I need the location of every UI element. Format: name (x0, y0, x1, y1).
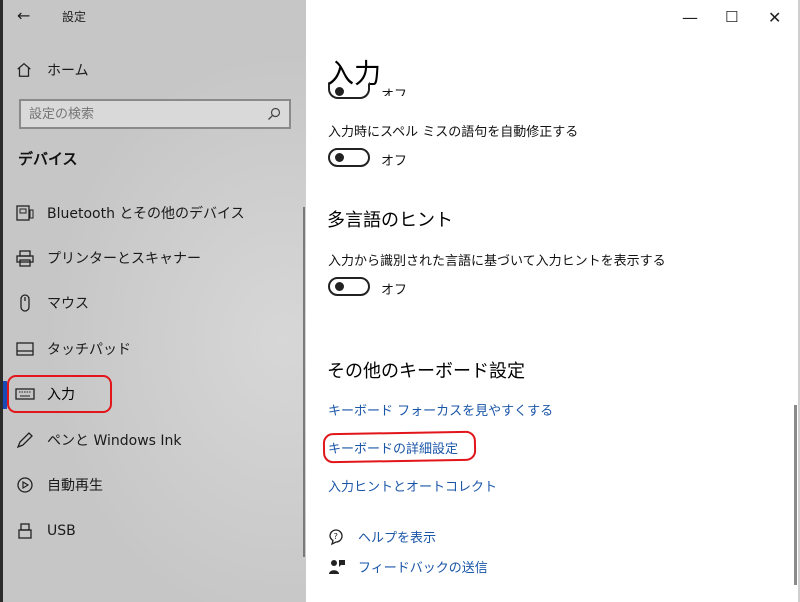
show-help-label: ヘルプを表示 (358, 531, 437, 546)
other-keyboard-settings-heading: その他のキーボード設定 (327, 361, 525, 382)
multilang-state: オフ (381, 283, 408, 298)
typing-hints-autocorrect-link[interactable]: 入力ヒントとオートコレクト (328, 476, 497, 495)
search-icon[interactable] (266, 106, 282, 122)
search-input[interactable] (29, 105, 259, 123)
home-label: ホーム (47, 63, 89, 79)
sidebar-item-label: USB (47, 523, 76, 539)
autoplay-icon (17, 477, 33, 493)
send-feedback-link[interactable]: フィードバックの送信 (328, 557, 488, 576)
typing-settings-page: — ☐ ✕ 入力 オフ 入力時にスペル ミスの語句を自動修正する オフ 多言語の… (306, 0, 800, 602)
maximize-button[interactable]: ☐ (725, 8, 738, 26)
keyboard-focus-link[interactable]: キーボード フォーカスを見やすくする (328, 400, 553, 419)
autocorrect-description: 入力時にスペル ミスの語句を自動修正する (328, 125, 579, 140)
multilang-toggle[interactable] (328, 277, 370, 296)
sidebar-item-pen[interactable]: ペンと Windows Ink (15, 427, 285, 453)
settings-sidebar: ← 設定 ホーム デバイス Bluetooth とその他のデバイス プリンターと… (0, 0, 306, 602)
multilang-heading: 多言語のヒント (327, 210, 453, 231)
sidebar-item-label: プリンターとスキャナー (47, 251, 201, 267)
back-arrow-icon[interactable]: ← (17, 6, 30, 25)
sidebar-item-label: 自動再生 (47, 478, 103, 494)
sidebar-item-bluetooth[interactable]: Bluetooth とその他のデバイス (15, 200, 285, 226)
sidebar-item-autoplay[interactable]: 自動再生 (15, 472, 285, 498)
home-icon (17, 62, 31, 77)
multilang-description: 入力から識別された言語に基づいて入力ヒントを表示する (328, 254, 666, 269)
touchpad-icon (16, 342, 34, 356)
help-icon: ? (329, 528, 343, 545)
sidebar-item-touchpad[interactable]: タッチパッド (15, 336, 285, 362)
mouse-icon (20, 294, 30, 312)
devices-section-heading: デバイス (18, 150, 78, 168)
sidebar-item-printers[interactable]: プリンターとスキャナー (15, 245, 285, 271)
toggle-switch-partial[interactable] (328, 82, 370, 99)
sidebar-item-label: マウス (47, 296, 89, 312)
minimize-button[interactable]: — (682, 8, 698, 27)
settings-search-box[interactable] (19, 99, 291, 129)
toggle-state-label: オフ (381, 88, 408, 96)
close-button[interactable]: ✕ (768, 8, 781, 27)
printer-icon (16, 250, 34, 267)
sidebar-item-label: タッチパッド (47, 342, 131, 358)
svg-text:?: ? (334, 532, 338, 541)
pen-icon (16, 432, 33, 449)
autocorrect-state: オフ (381, 154, 408, 169)
sidebar-item-label: Bluetooth とその他のデバイス (47, 206, 245, 222)
sidebar-item-mouse[interactable]: マウス (15, 290, 285, 316)
sidebar-item-usb[interactable]: USB (15, 518, 285, 544)
sidebar-item-label: ペンと Windows Ink (47, 433, 182, 449)
send-feedback-label: フィードバックの送信 (358, 561, 488, 576)
usb-icon (18, 523, 32, 539)
red-annotation-circle (322, 430, 477, 464)
red-annotation-circle (7, 375, 112, 413)
autocorrect-toggle[interactable] (328, 148, 370, 167)
home-nav-item[interactable]: ホーム (15, 58, 89, 82)
app-title: 設定 (62, 10, 87, 24)
show-help-link[interactable]: ? ヘルプを表示 (328, 527, 436, 546)
bluetooth-devices-icon (16, 205, 34, 221)
sidebar-scrollbar[interactable] (303, 207, 305, 557)
feedback-icon (329, 559, 345, 574)
content-scrollbar[interactable] (794, 405, 797, 585)
title-bar-left: ← 設定 (3, 0, 306, 32)
